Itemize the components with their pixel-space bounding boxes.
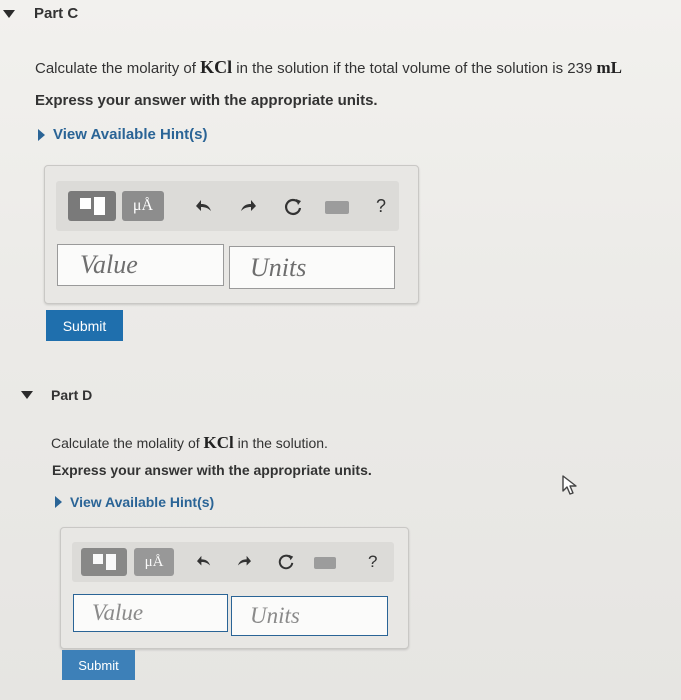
compound-formula: KCl <box>200 57 233 77</box>
expand-icon <box>38 128 45 141</box>
part-c-collapse-icon[interactable] <box>3 10 15 18</box>
part-d-submit-button[interactable]: Submit <box>62 650 135 680</box>
value-input[interactable]: Value <box>57 244 224 286</box>
reset-icon[interactable] <box>277 553 295 571</box>
question-text: in the solution if the total volume of t… <box>236 60 593 77</box>
part-d-collapse-icon[interactable] <box>21 391 33 399</box>
units-input[interactable]: Units <box>231 596 388 636</box>
question-text: Calculate the molality of <box>51 435 200 451</box>
reset-icon[interactable] <box>283 197 303 217</box>
part-c-question: Calculate the molarity of KCl in the sol… <box>35 57 622 78</box>
units-symbol: μÅ <box>144 553 164 570</box>
compound-formula: KCl <box>203 433 234 452</box>
math-toolbar: μÅ ? <box>56 181 399 231</box>
help-icon[interactable]: ? <box>376 196 386 217</box>
units-icon[interactable]: μÅ <box>134 548 174 576</box>
volume-unit: mL <box>596 58 623 77</box>
keyboard-icon[interactable] <box>314 557 336 569</box>
question-text: in the solution. <box>237 435 328 451</box>
part-d-hint-link[interactable]: View Available Hint(s) <box>55 494 214 510</box>
part-d-title: Part D <box>51 387 93 403</box>
part-c-answer-box: μÅ ? Value Units <box>44 165 419 304</box>
units-input[interactable]: Units <box>229 246 395 289</box>
templates-icon[interactable] <box>68 191 116 221</box>
hint-label: View Available Hint(s) <box>53 126 208 143</box>
part-c-submit-button[interactable]: Submit <box>46 310 123 341</box>
hint-label: View Available Hint(s) <box>70 494 215 510</box>
part-c-instruction: Express your answer with the appropriate… <box>35 92 378 109</box>
math-toolbar: μÅ ? <box>72 542 394 582</box>
value-input[interactable]: Value <box>73 594 228 632</box>
undo-icon[interactable] <box>196 555 212 569</box>
part-d-answer-box: μÅ ? Value Units <box>60 527 409 649</box>
keyboard-icon[interactable] <box>325 201 349 214</box>
help-icon[interactable]: ? <box>368 552 377 572</box>
units-symbol: μÅ <box>132 197 154 214</box>
redo-icon[interactable] <box>239 199 257 215</box>
question-text: Calculate the molarity of <box>35 60 196 77</box>
templates-icon[interactable] <box>81 548 127 576</box>
part-c-title: Part C <box>34 5 79 22</box>
redo-icon[interactable] <box>236 555 252 569</box>
expand-icon <box>55 496 62 508</box>
part-d-question: Calculate the molality of KCl in the sol… <box>51 433 328 453</box>
units-icon[interactable]: μÅ <box>122 191 164 221</box>
mouse-cursor-icon <box>562 475 577 495</box>
part-c-hint-link[interactable]: View Available Hint(s) <box>38 126 208 143</box>
undo-icon[interactable] <box>195 199 213 215</box>
part-d-instruction: Express your answer with the appropriate… <box>52 462 372 478</box>
